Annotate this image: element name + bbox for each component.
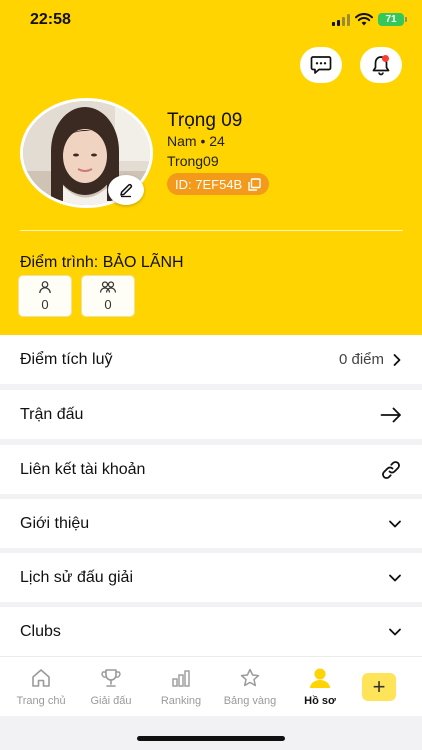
chevron-down-icon xyxy=(389,628,401,635)
menu-points-value: 0 điểm xyxy=(338,351,384,368)
profile-username: Trong09 xyxy=(167,153,219,169)
chevron-down-icon xyxy=(389,574,401,581)
chevron-right-icon xyxy=(393,353,401,366)
menu-row-tournament-history[interactable]: Lịch sử đấu giải xyxy=(0,553,422,602)
doubles-stat: 0 xyxy=(81,275,135,317)
menu-row-points[interactable]: Điểm tích luỹ 0 điểm xyxy=(0,335,422,384)
profile-id: ID: 7EF54B xyxy=(175,176,243,192)
singles-stat-value: 0 xyxy=(41,297,49,312)
trophy-icon xyxy=(101,669,121,687)
tab-profile[interactable]: Hồ sơ xyxy=(285,667,355,707)
messages-button[interactable] xyxy=(300,47,342,83)
singles-stat: 0 xyxy=(18,275,72,317)
single-user-icon xyxy=(39,281,51,294)
status-time: 22:58 xyxy=(30,11,71,28)
menu-link-account-label: Liên kết tài khoản xyxy=(20,460,146,478)
tab-hall-of-fame[interactable]: Bảng vàng xyxy=(215,667,285,707)
bar-chart-icon xyxy=(172,670,190,687)
copy-icon xyxy=(248,177,261,191)
tab-home[interactable]: Trang chủ xyxy=(6,667,76,707)
profile-icon xyxy=(310,668,330,688)
tab-home-label: Trang chủ xyxy=(16,695,66,707)
bottom-tab-bar: Trang chủ Giải đấu Ranking Bảng vàng Hồ … xyxy=(0,656,422,716)
chat-icon xyxy=(310,56,332,74)
menu-clubs-label: Clubs xyxy=(20,622,61,640)
menu-matches-label: Trận đấu xyxy=(20,405,84,423)
add-button[interactable]: + xyxy=(362,673,396,701)
header-divider xyxy=(20,230,403,231)
notifications-button[interactable] xyxy=(360,47,402,83)
group-users-icon xyxy=(99,281,117,293)
wifi-icon xyxy=(355,13,373,26)
tab-hall-of-fame-label: Bảng vàng xyxy=(223,695,277,707)
profile-name: Trọng 09 xyxy=(167,110,243,131)
doubles-stat-value: 0 xyxy=(104,297,112,312)
tab-ranking[interactable]: Ranking xyxy=(146,667,216,707)
signal-icon xyxy=(332,14,350,26)
home-indicator xyxy=(137,736,285,741)
skill-rank-label: Điểm trình: BẢO LÃNH xyxy=(20,254,184,271)
chevron-down-icon xyxy=(389,520,401,527)
battery-indicator: 71 xyxy=(378,13,407,26)
tab-tournaments[interactable]: Giải đấu xyxy=(76,667,146,707)
profile-gender-age: Nam • 24 xyxy=(167,133,225,149)
menu-tournament-history-label: Lịch sử đấu giải xyxy=(20,568,133,586)
status-bar: 22:58 71 xyxy=(0,0,422,44)
menu-points-label: Điểm tích luỹ xyxy=(20,350,113,368)
edit-avatar-button[interactable] xyxy=(108,175,144,205)
menu-row-clubs[interactable]: Clubs xyxy=(0,607,422,656)
menu-row-link-account[interactable]: Liên kết tài khoản xyxy=(0,445,422,494)
star-icon xyxy=(240,668,260,687)
pencil-icon xyxy=(120,183,133,198)
menu-row-matches[interactable]: Trận đấu xyxy=(0,390,422,439)
copy-id-chip[interactable]: ID: 7EF54B xyxy=(167,173,270,195)
tab-ranking-label: Ranking xyxy=(160,695,202,707)
arrow-right-icon xyxy=(380,407,401,422)
tab-profile-label: Hồ sơ xyxy=(304,695,336,707)
menu-row-intro[interactable]: Giới thiệu xyxy=(0,499,422,548)
tab-tournaments-label: Giải đấu xyxy=(90,695,132,707)
menu-intro-label: Giới thiệu xyxy=(20,514,90,532)
home-icon xyxy=(32,669,50,687)
link-icon xyxy=(382,460,400,479)
notification-dot xyxy=(382,55,389,62)
